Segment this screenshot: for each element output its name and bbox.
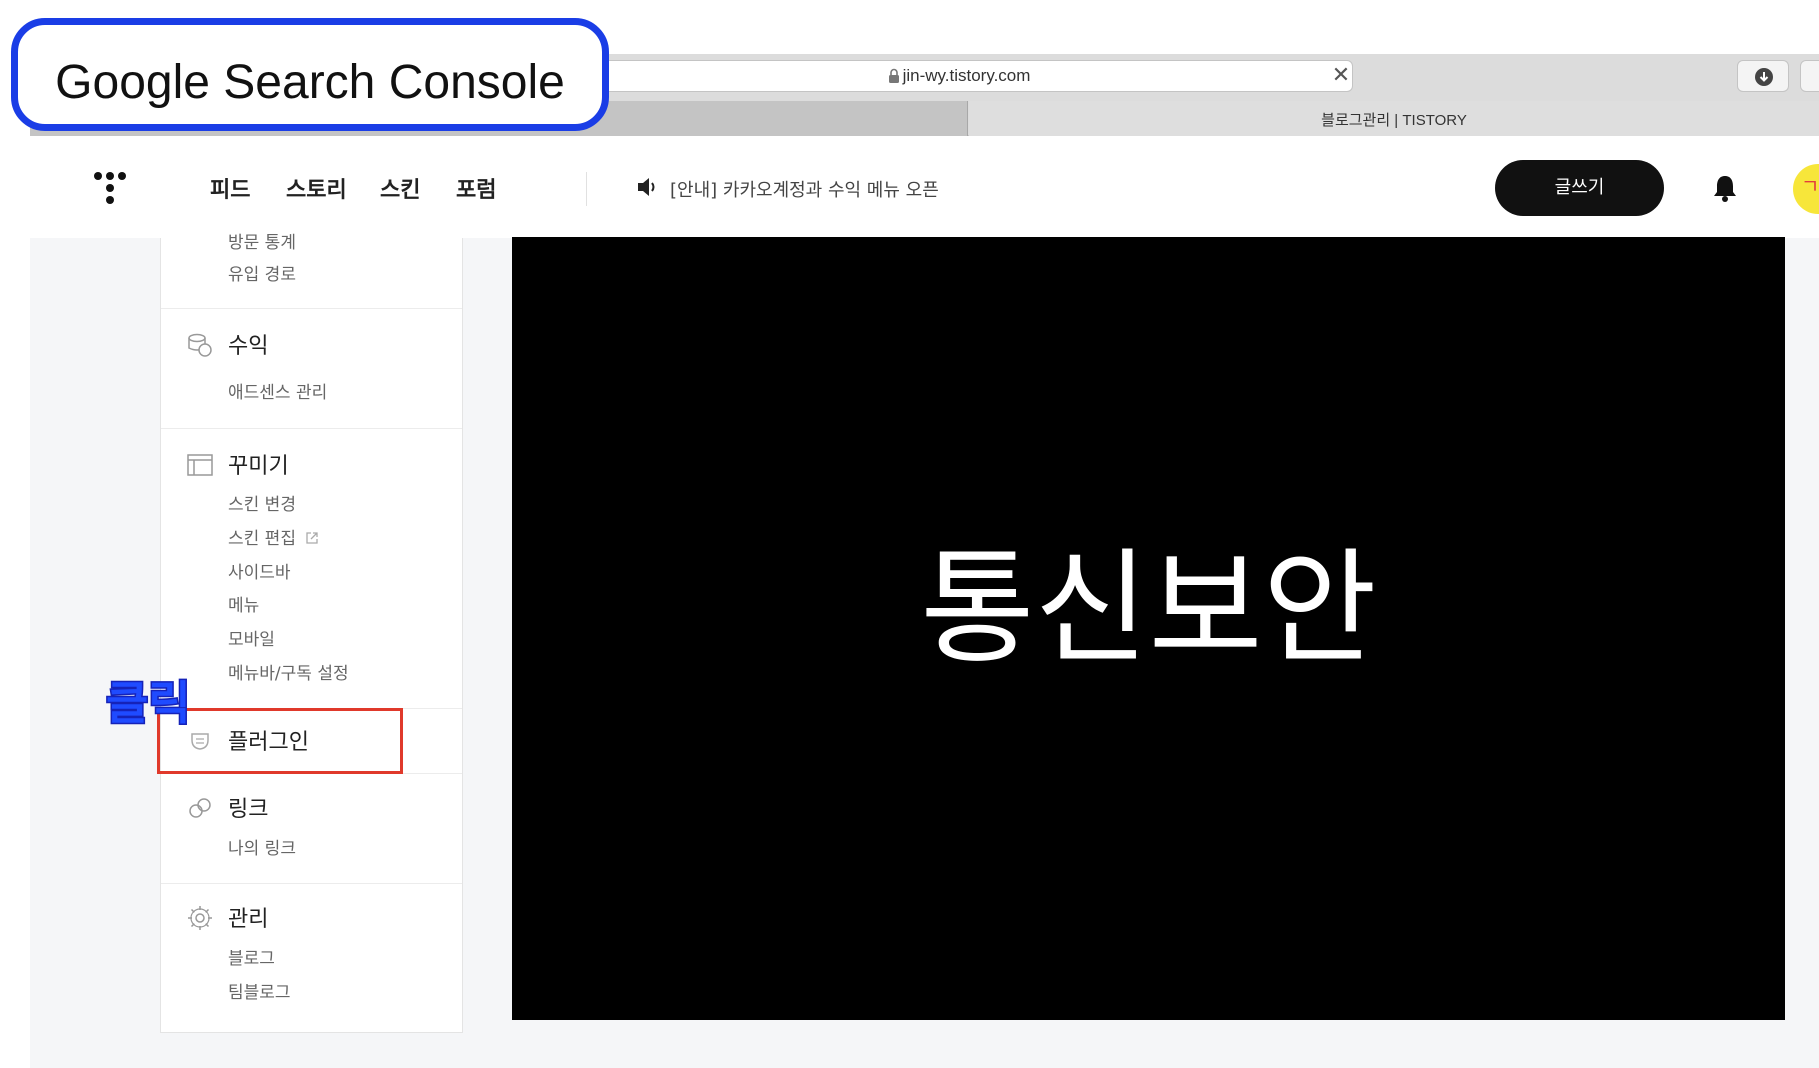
sidebar-item-menubar-subscribe[interactable]: 메뉴바/구독 설정	[228, 659, 349, 684]
sidebar-item-menu[interactable]: 메뉴	[228, 591, 259, 616]
sidebar-section-link[interactable]: 링크	[228, 791, 268, 823]
avatar[interactable]: ㄱ	[1793, 164, 1819, 214]
download-icon	[1755, 68, 1773, 86]
url-text: jin-wy.tistory.com	[902, 66, 1031, 85]
nav-feed[interactable]: 피드	[210, 172, 250, 204]
sidebar-item-stats[interactable]: 방문 통계	[228, 228, 296, 253]
avatar-letter: ㄱ	[1801, 174, 1819, 198]
tab-title: 블로그관리 | TISTORY	[1321, 112, 1467, 129]
nav-forum[interactable]: 포럼	[456, 172, 496, 204]
lock-icon	[889, 68, 899, 83]
divider	[161, 883, 462, 884]
highlight-box	[157, 708, 403, 774]
callout-box: Google Search Console	[11, 18, 609, 131]
sidebar-item-skin-edit-label: 스킨 편집	[228, 529, 296, 549]
sidebar-section-manage[interactable]: 관리	[228, 901, 268, 933]
sidebar-item-mobile[interactable]: 모바일	[228, 625, 275, 650]
toolbar-button[interactable]	[1800, 60, 1819, 92]
close-icon[interactable]: ✕	[1328, 63, 1354, 89]
sidebar: 방문 통계 유입 경로 수익 애드센스 관리 꾸미기 스킨 변경 스킨 편집 사…	[160, 233, 463, 1033]
callout-title: Google Search Console	[55, 56, 565, 109]
bell-icon[interactable]	[1712, 174, 1738, 202]
speaker-icon	[638, 178, 655, 196]
divider	[161, 308, 462, 309]
sidebar-item-adsense[interactable]: 애드센스 관리	[228, 378, 327, 403]
sidebar-item-skin-edit[interactable]: 스킨 편집	[228, 524, 319, 549]
browser-tab-active[interactable]: 블로그관리 | TISTORY	[969, 101, 1819, 136]
click-annotation: 클릭	[105, 676, 193, 730]
sidebar-item-skin-change[interactable]: 스킨 변경	[228, 490, 296, 515]
sidebar-item-referrer[interactable]: 유입 경로	[228, 260, 296, 285]
divider	[161, 428, 462, 429]
link-icon	[189, 798, 211, 818]
write-button[interactable]: 글쓰기	[1495, 160, 1664, 216]
nav-skin[interactable]: 스킨	[380, 172, 420, 204]
sidebar-item-sidebar[interactable]: 사이드바	[228, 558, 291, 583]
sidebar-item-my-links[interactable]: 나의 링크	[228, 834, 296, 859]
nav-story[interactable]: 스토리	[286, 172, 347, 204]
download-button[interactable]	[1737, 60, 1789, 92]
sidebar-item-team-blog[interactable]: 팀블로그	[228, 978, 291, 1003]
layout-icon	[187, 454, 213, 476]
sidebar-section-decorate[interactable]: 꾸미기	[228, 448, 289, 480]
video-caption: 통신보안	[920, 537, 1377, 681]
nav-divider	[586, 172, 587, 206]
address-bar[interactable]: jin-wy.tistory.com	[580, 60, 1353, 92]
site-header: 피드 스토리 스킨 포럼 [안내] 카카오계정과 수익 메뉴 오픈 글쓰기 ㄱ	[30, 136, 1819, 238]
sidebar-section-revenue[interactable]: 수익	[228, 328, 268, 360]
coins-icon	[188, 333, 212, 357]
notice-banner[interactable]: [안내] 카카오계정과 수익 메뉴 오픈	[670, 176, 939, 202]
external-link-icon	[306, 532, 319, 544]
gear-icon	[188, 906, 212, 930]
tistory-logo[interactable]	[90, 168, 130, 208]
video-panel[interactable]: 통신보안	[512, 237, 1785, 1020]
sidebar-item-blog[interactable]: 블로그	[228, 944, 275, 969]
screenshot-root: jin-wy.tistory.com ✕ 블로그관리 | TISTORY 피드 …	[0, 0, 1819, 1068]
